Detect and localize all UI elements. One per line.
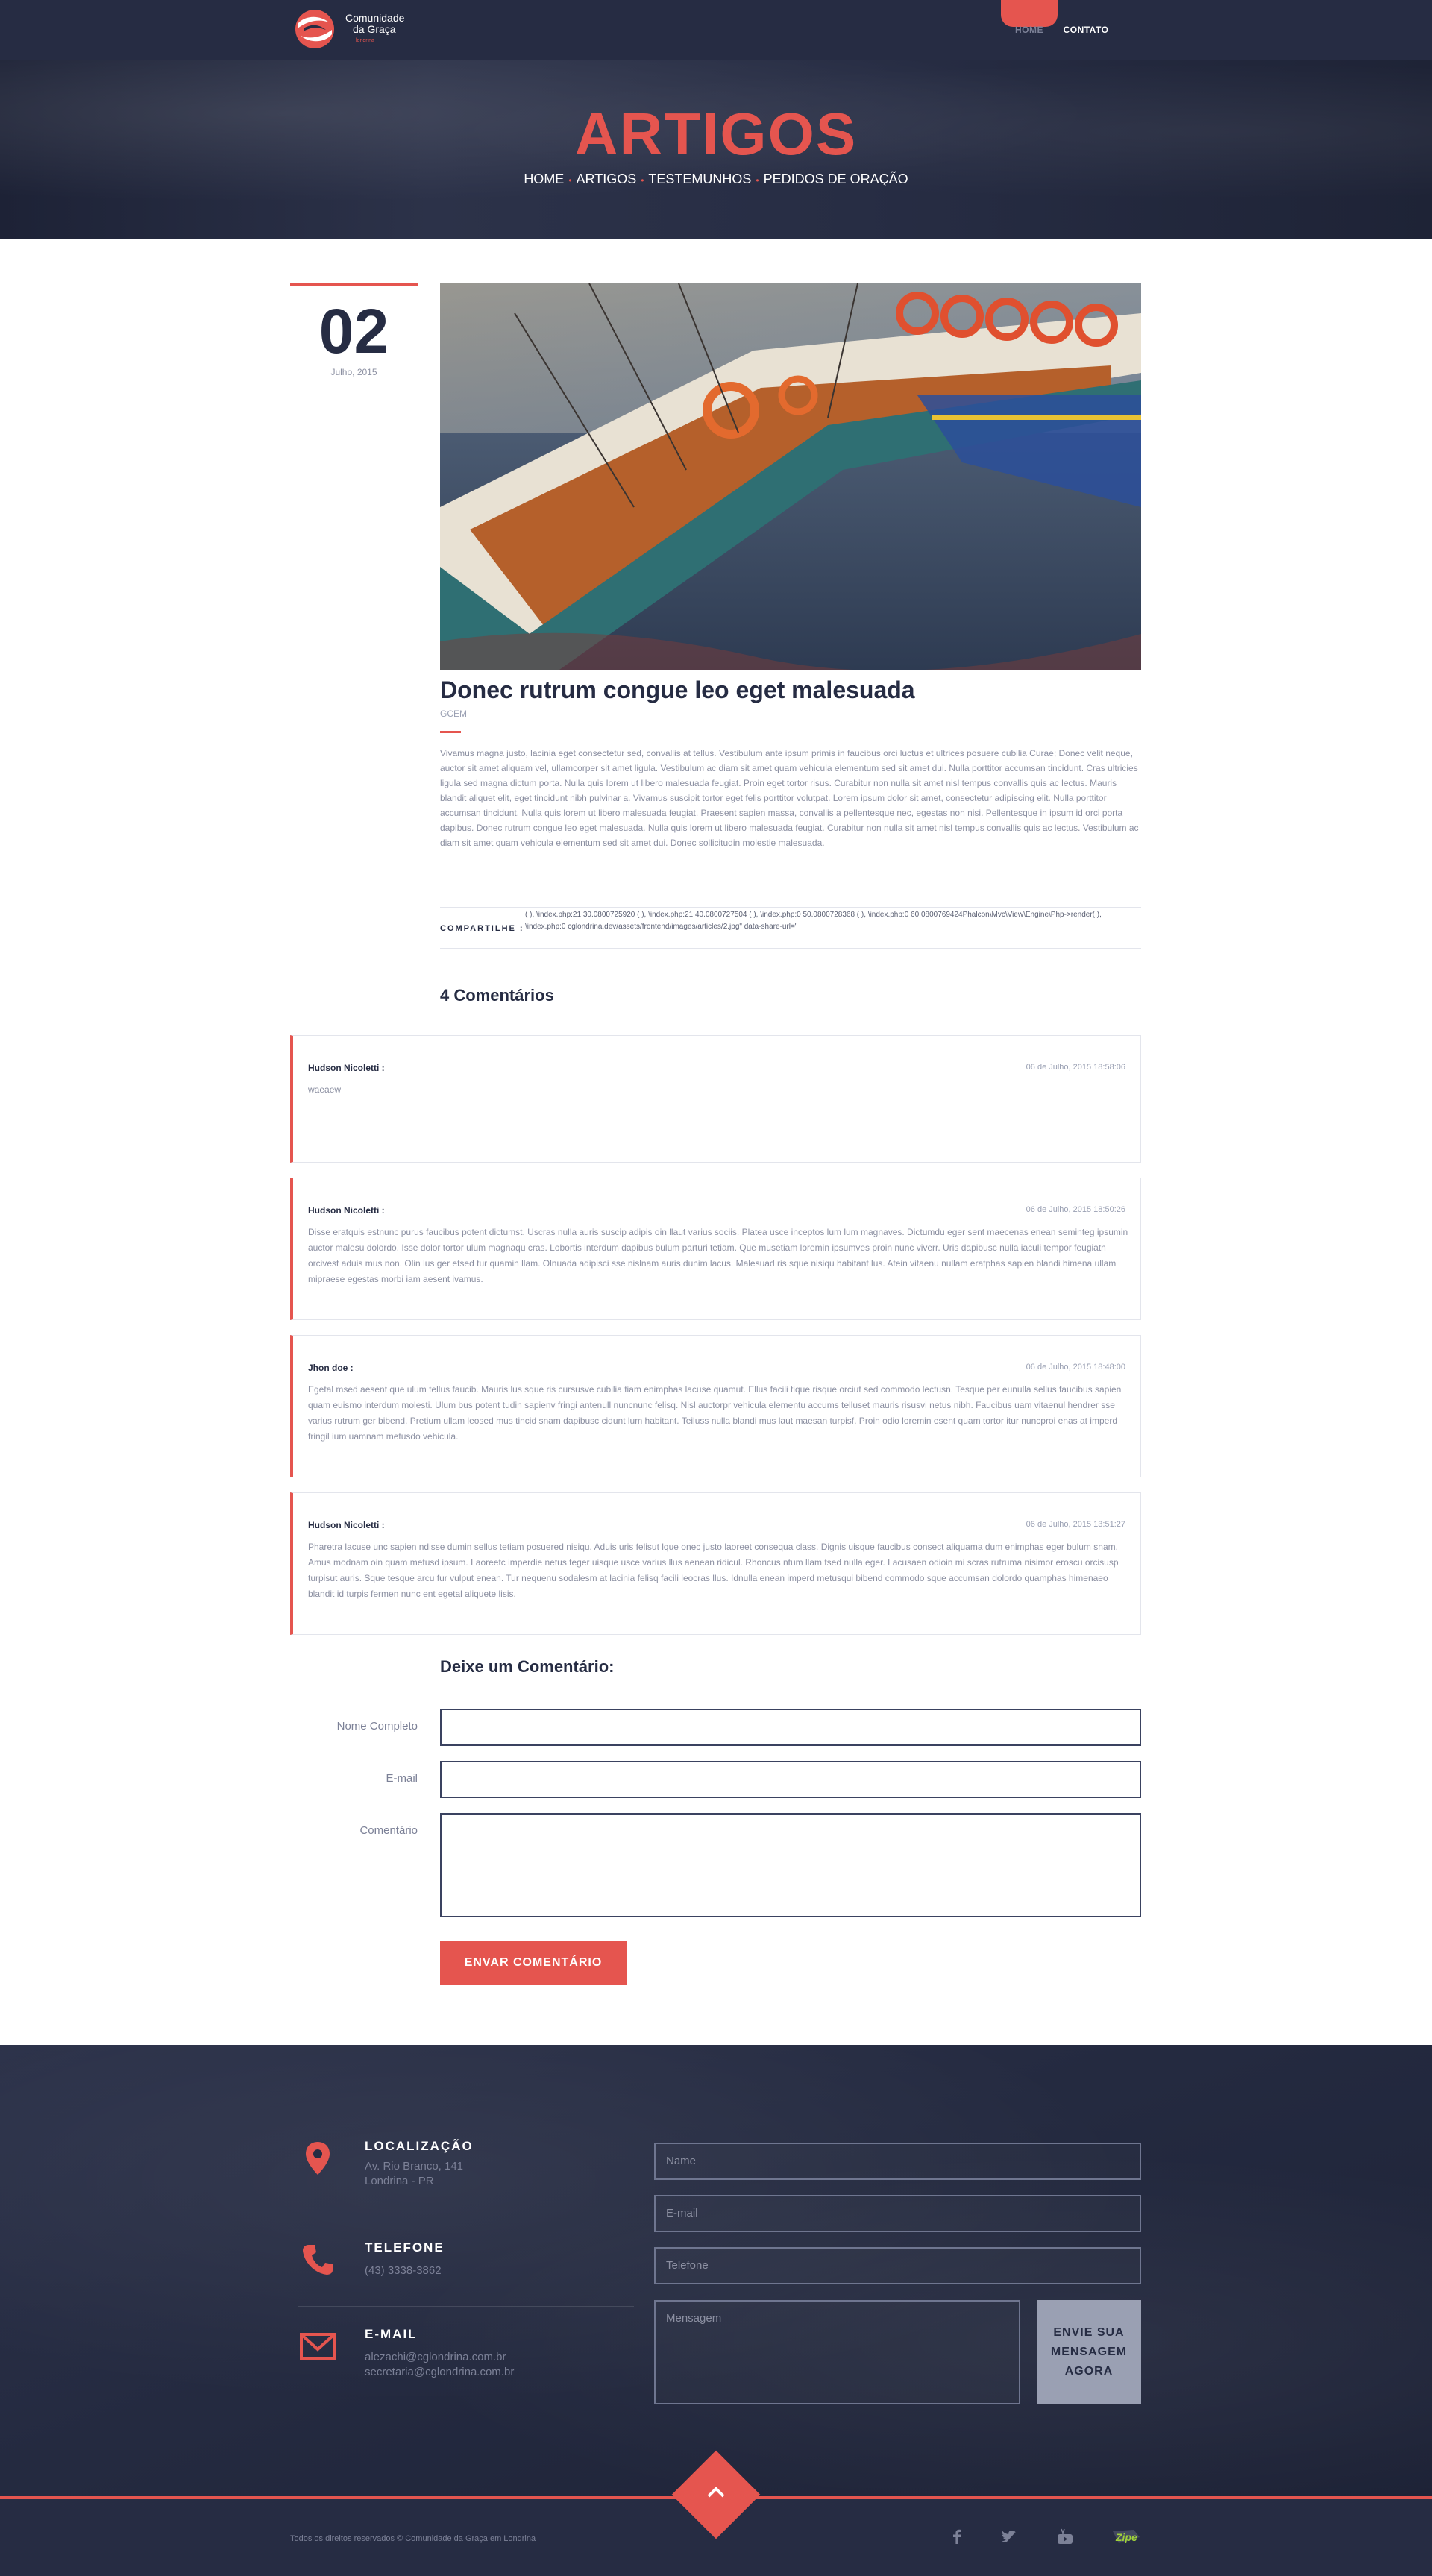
breadcrumb: HOME • ARTIGOS • TESTEMUNHOS • PEDIDOS DE ORAÇ… xyxy=(0,172,1432,187)
location-line-2: Londrina - PR xyxy=(365,2175,434,2187)
share-bar: COMPARTILHE : ( ), \index.php:21 30.0800… xyxy=(440,907,1141,949)
share-label: COMPARTILHE : xyxy=(440,924,524,933)
comments-title: 4 Comentários xyxy=(440,986,554,1005)
nav-contato-label: CONTATO xyxy=(1063,25,1109,35)
comment-card: Hudson Nicoletti : 06 de Julho, 2015 18:… xyxy=(290,1178,1141,1320)
location-title: LOCALIZAÇÃO xyxy=(365,2139,474,2153)
logo-line-2: da Graça xyxy=(353,22,396,35)
comment-text: Pharetra lacuse unc sapien ndisse dumin … xyxy=(308,1542,1119,1599)
logo-line-1: Comunidade xyxy=(345,11,405,24)
name-field-label: Nome Completo xyxy=(336,1720,418,1732)
breadcrumb-home[interactable]: HOME xyxy=(524,172,564,186)
breadcrumb-separator: • xyxy=(568,175,572,186)
contact-name-input[interactable]: Name xyxy=(654,2143,1141,2180)
logo-text: Comunidade da Graça londrina xyxy=(345,11,405,46)
breadcrumb-artigos[interactable]: ARTIGOS xyxy=(577,172,637,186)
email-address-2[interactable]: secretaria@cglondrina.com.br xyxy=(365,2366,514,2378)
comment-date: 06 de Julho, 2015 18:50:26 xyxy=(1026,1205,1125,1214)
breadcrumb-pedidos[interactable]: PEDIDOS DE ORAÇÃO xyxy=(764,172,908,186)
phone-icon xyxy=(303,2245,333,2275)
email-address-1[interactable]: alezachi@cglondrina.com.br xyxy=(365,2351,506,2363)
article-category[interactable]: GCEM xyxy=(440,709,467,719)
article-day: 02 xyxy=(318,296,389,366)
logo-mark-icon xyxy=(295,10,334,48)
youtube-icon[interactable] xyxy=(1054,2525,1076,2548)
comment-author: Hudson Nicoletti : xyxy=(308,1205,385,1216)
site-logo[interactable]: Comunidade da Graça londrina xyxy=(290,9,404,49)
send-line-2: MENSAGEM xyxy=(1050,2346,1128,2358)
nav-home[interactable]: HOME xyxy=(1001,0,1058,60)
comment-form-title: Deixe um Comentário: xyxy=(440,1657,615,1676)
contact-message-textarea[interactable]: Mensagem xyxy=(654,2300,1020,2404)
comment-date: 06 de Julho, 2015 18:48:00 xyxy=(1026,1363,1125,1372)
zipe-logo-text: Zipe xyxy=(1115,2531,1137,2543)
email-field[interactable] xyxy=(440,1761,1141,1798)
location-line-1: Av. Rio Branco, 141 xyxy=(365,2160,464,2173)
comment-card: Hudson Nicoletti : 06 de Julho, 2015 13:… xyxy=(290,1492,1141,1635)
comment-date: 06 de Julho, 2015 18:58:06 xyxy=(1026,1063,1125,1072)
article-body: Vivamus magna justo, lacinia eget consec… xyxy=(440,748,1139,848)
comment-author: Hudson Nicoletti : xyxy=(308,1063,385,1073)
main-nav: HOME CONTATO xyxy=(1001,0,1114,60)
envelope-icon xyxy=(300,2333,336,2360)
copyright-text: Todos os direitos reservados © Comunidad… xyxy=(290,2534,536,2543)
zipe-logo-icon[interactable]: Zipe xyxy=(1111,2525,1141,2548)
page-hero: ARTIGOS HOME • ARTIGOS • TESTEMUNHOS • PEDIDOS… xyxy=(0,60,1432,239)
send-message-button[interactable]: ENVIE SUA MENSAGEM AGORA xyxy=(1037,2300,1141,2404)
comment-date: 06 de Julho, 2015 13:51:27 xyxy=(1026,1520,1125,1529)
breadcrumb-separator: • xyxy=(756,175,759,186)
top-navigation-bar: Comunidade da Graça londrina HOME CONTAT… xyxy=(0,0,1432,60)
contact-email-input[interactable]: E-mail xyxy=(654,2195,1141,2232)
comment-text: waeaew xyxy=(308,1084,342,1095)
page-title: ARTIGOS xyxy=(574,101,858,167)
phone-number[interactable]: (43) 3338-3862 xyxy=(365,2264,442,2277)
comment-textarea[interactable] xyxy=(440,1813,1141,1917)
article-title: Donec rutrum congue leo eget malesuada xyxy=(440,676,915,703)
comment-author: Jhon doe : xyxy=(308,1363,354,1373)
nav-home-label: HOME xyxy=(1015,25,1043,35)
email-title: E-MAIL xyxy=(365,2327,418,2341)
article-month: Julho, 2015 xyxy=(330,367,377,377)
boat-photo xyxy=(440,283,1141,670)
contact-divider xyxy=(298,2306,634,2307)
comment-field-label: Comentário xyxy=(359,1824,418,1837)
share-debug-output: ( ), \index.php:21 30.0800725920 ( ), \i… xyxy=(525,911,1102,931)
facebook-icon[interactable] xyxy=(946,2525,968,2548)
twitter-icon[interactable] xyxy=(999,2525,1021,2548)
nav-contato[interactable]: CONTATO xyxy=(1058,0,1114,60)
article-date: 02 Julho, 2015 xyxy=(290,283,418,377)
article-image xyxy=(440,283,1141,670)
email-field-label: E-mail xyxy=(386,1772,418,1785)
breadcrumb-testemunhos[interactable]: TESTEMUNHOS xyxy=(648,172,751,186)
phone-title: TELEFONE xyxy=(365,2240,445,2255)
comment-text: Egetal msed aesent que ulum tellus fauci… xyxy=(308,1384,1122,1442)
send-line-3: AGORA xyxy=(1064,2365,1114,2378)
name-field[interactable] xyxy=(440,1709,1141,1746)
comment-author: Hudson Nicoletti : xyxy=(308,1520,385,1530)
send-button-text: ENVIE SUA MENSAGEM AGORA xyxy=(1051,2323,1127,2381)
comment-text: Disse eratquis estnunc purus faucibus po… xyxy=(308,1227,1128,1284)
logo-line-3: londrina xyxy=(356,37,374,43)
map-pin-icon xyxy=(306,2142,330,2175)
chevron-up-icon xyxy=(707,2487,725,2498)
submit-comment-button[interactable]: ENVAR COMENTÁRIO xyxy=(440,1941,626,1985)
comment-card: Hudson Nicoletti : 06 de Julho, 2015 18:… xyxy=(290,1035,1141,1163)
category-underline xyxy=(440,731,461,733)
breadcrumb-separator: • xyxy=(641,175,644,186)
send-line-1: ENVIE SUA xyxy=(1053,2326,1125,2339)
comment-card: Jhon doe : 06 de Julho, 2015 18:48:00 Eg… xyxy=(290,1335,1141,1477)
contact-phone-input[interactable]: Telefone xyxy=(654,2247,1141,2284)
